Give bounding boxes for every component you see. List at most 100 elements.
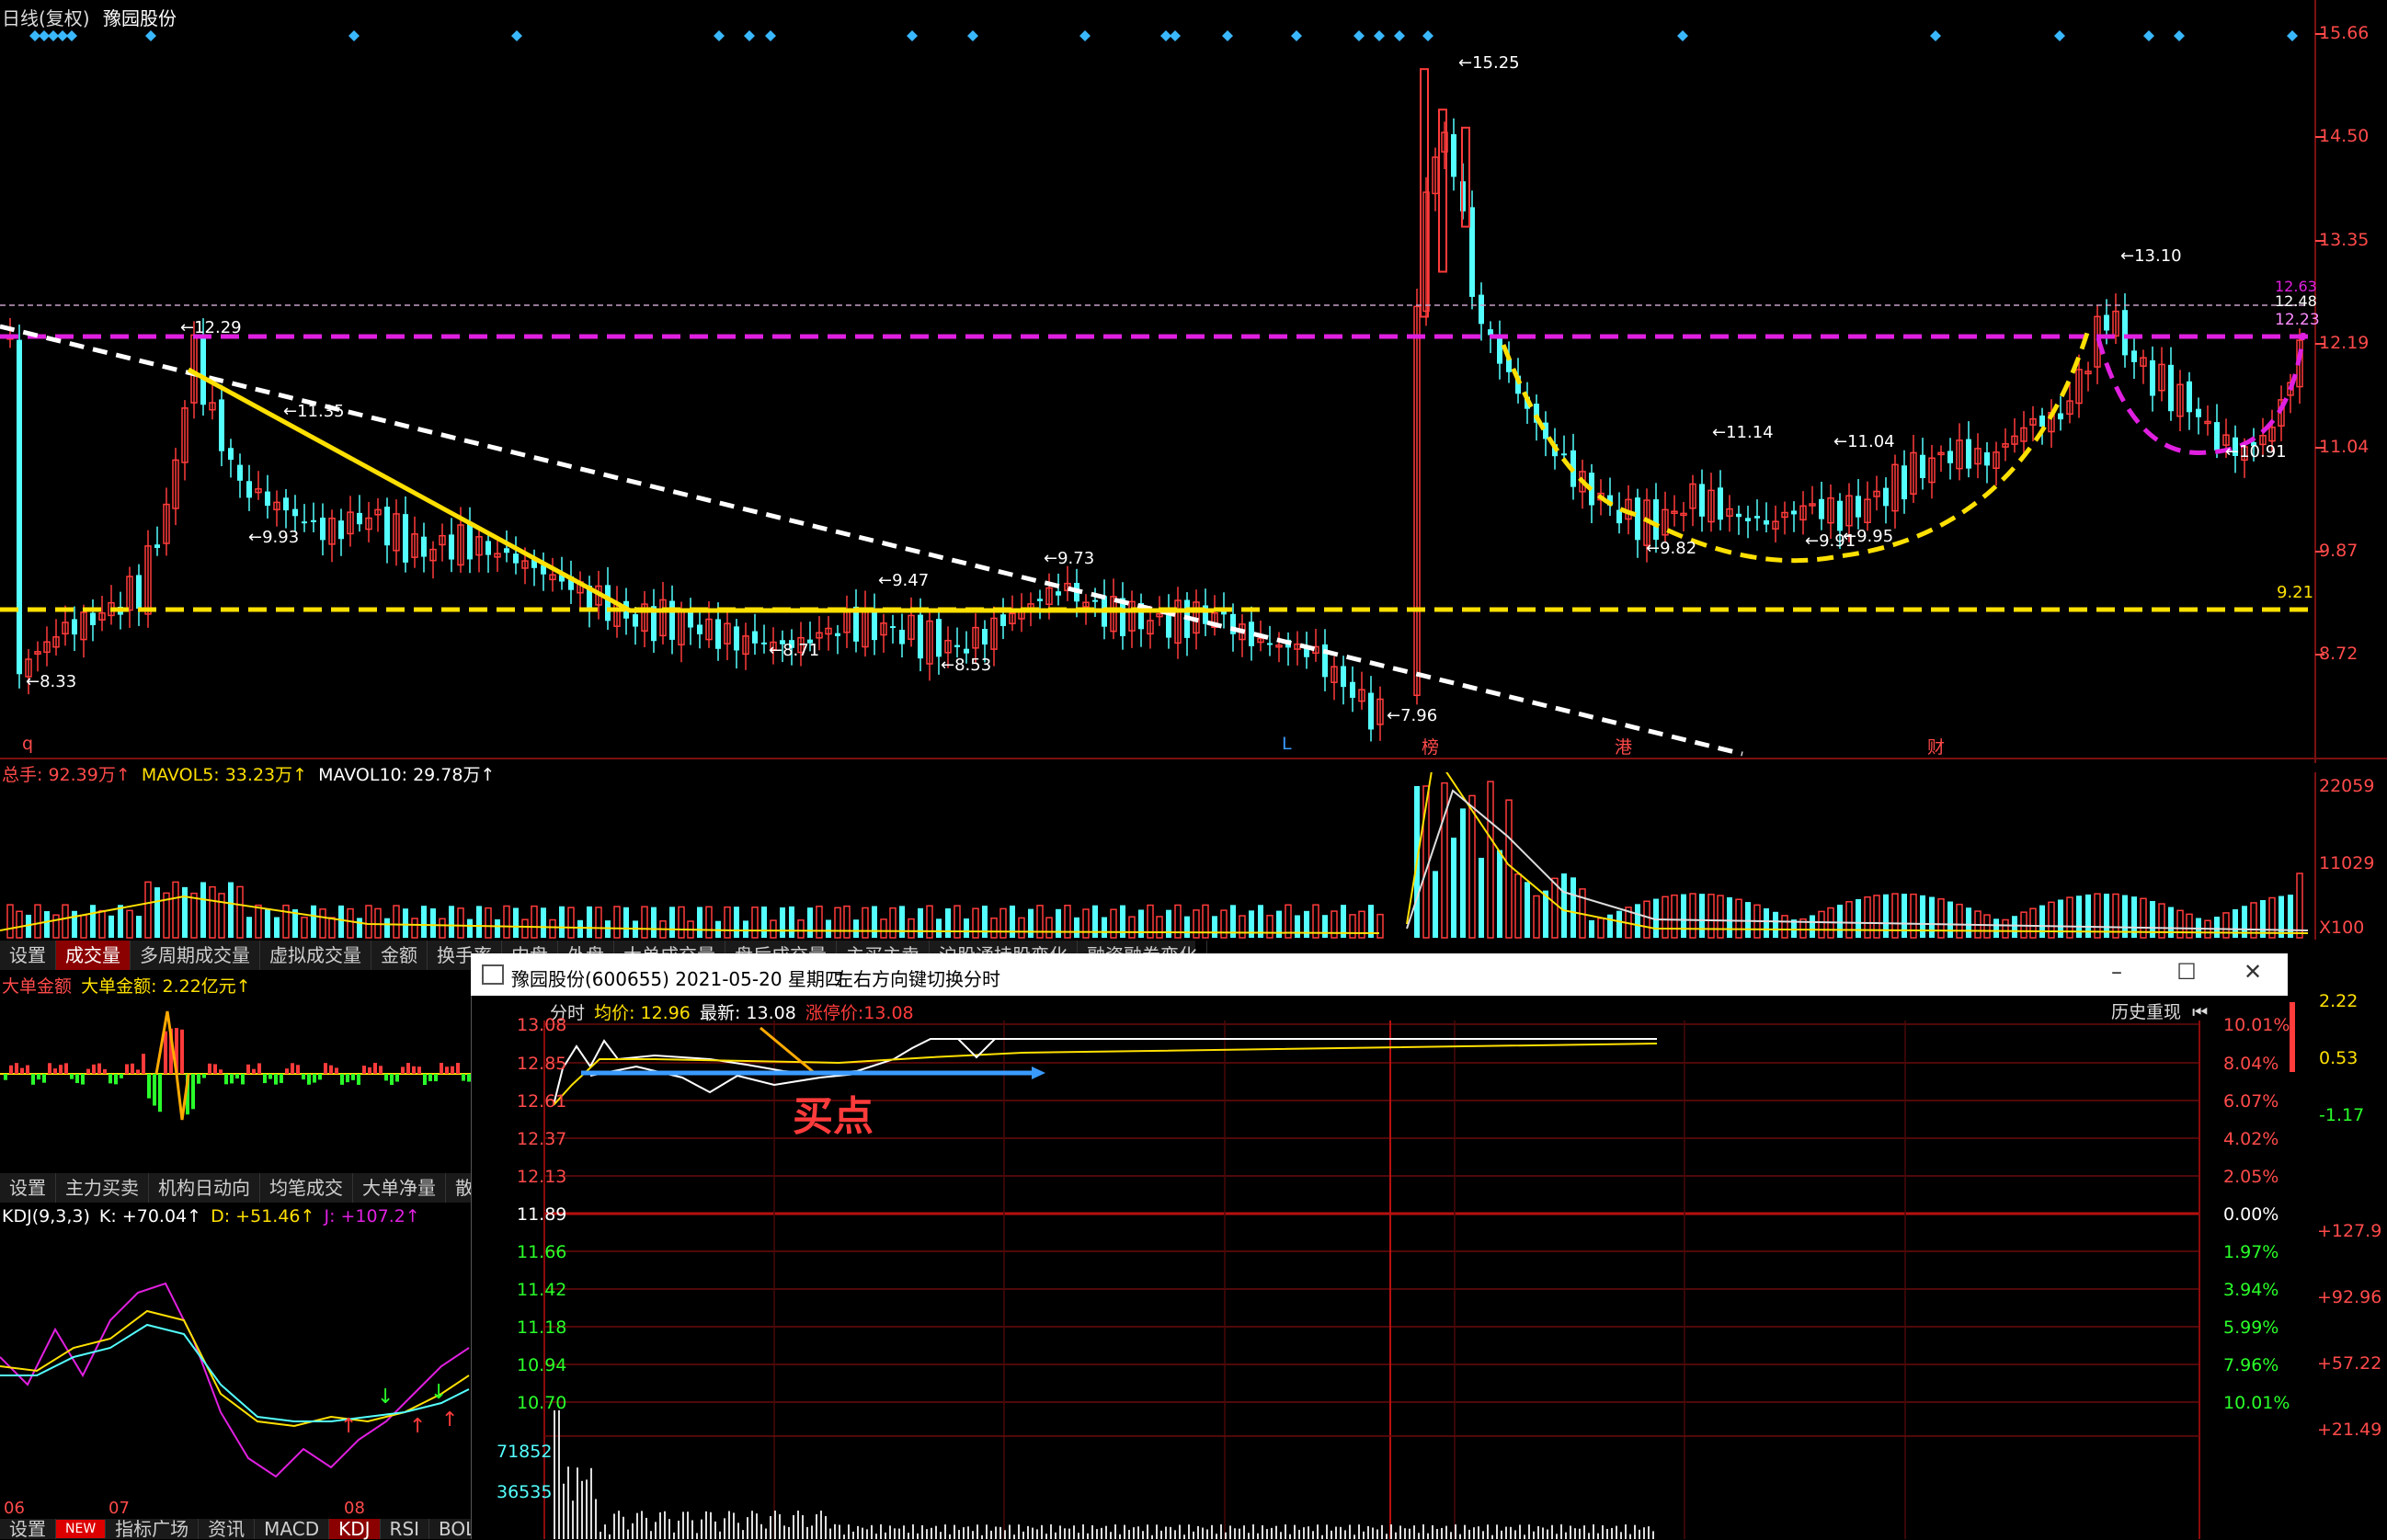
tab-1[interactable]: 主力买卖 xyxy=(56,1173,149,1203)
kdj-d: D: +51.46↑ xyxy=(211,1206,315,1226)
tab-2[interactable]: 指标广场 xyxy=(106,1519,200,1539)
minimize-button[interactable]: – xyxy=(2098,959,2135,985)
intraday-vol-bar xyxy=(1174,1530,1176,1539)
intraday-vol-bar xyxy=(1519,1524,1521,1539)
candle-body xyxy=(72,619,77,635)
intraday-vol-bar xyxy=(1542,1527,1544,1539)
intraday-vol-bar xyxy=(1648,1526,1650,1539)
intraday-vol-bar xyxy=(1482,1531,1484,1539)
intraday-vol-bar xyxy=(958,1530,960,1539)
candle-body xyxy=(734,626,739,651)
tab-0[interactable]: 设置 xyxy=(0,1173,56,1203)
candle-body xyxy=(384,507,390,546)
volume-bar xyxy=(1092,905,1098,938)
big-order-bar xyxy=(31,1074,35,1085)
intraday-pct-tick: 6.07% xyxy=(2223,1091,2279,1112)
candle-body xyxy=(1745,518,1751,522)
intraday-vol-bar xyxy=(1275,1525,1277,1539)
intraday-vol-bar xyxy=(783,1525,785,1539)
intraday-vol-bar xyxy=(1579,1528,1581,1539)
candle-body xyxy=(1249,622,1254,646)
close-button[interactable]: ✕ xyxy=(2234,959,2271,985)
volume-bar xyxy=(743,920,748,938)
kdj-axis-tick: +57.22 xyxy=(2317,1353,2382,1374)
intraday-vol-bar xyxy=(990,1530,992,1539)
volume-chart[interactable] xyxy=(0,772,2387,940)
tab-1[interactable]: NEW xyxy=(56,1520,107,1538)
tab-3[interactable]: 均笔成交 xyxy=(260,1173,353,1203)
intraday-vol-bar xyxy=(1593,1524,1594,1539)
volume-bar xyxy=(274,917,280,938)
intraday-vol-bar xyxy=(1560,1524,1562,1539)
price-annotation: ←9.73 xyxy=(1044,549,1095,568)
intraday-vol-bar xyxy=(1501,1530,1502,1539)
tab-3[interactable]: 资讯 xyxy=(199,1519,256,1539)
tab-4[interactable]: MACD xyxy=(255,1519,330,1539)
intraday-vol-bar xyxy=(1004,1530,1006,1539)
tab-6[interactable]: RSI xyxy=(381,1519,430,1539)
tab-0[interactable]: 设置 xyxy=(0,941,56,970)
candle-body xyxy=(283,497,289,511)
intraday-vol-bar xyxy=(1349,1524,1351,1539)
vol-axis-mid: 11029 xyxy=(2319,853,2375,873)
intraday-pct-tick: 2.05% xyxy=(2223,1167,2279,1187)
tab-2[interactable]: 多周期成交量 xyxy=(131,941,260,970)
volume-bar xyxy=(449,906,454,938)
kdj-j: J: +107.2↑ xyxy=(324,1206,420,1226)
volume-bar xyxy=(734,907,739,938)
intraday-vol-bar xyxy=(921,1524,923,1539)
intraday-vol-bar xyxy=(944,1524,946,1539)
intraday-vol-bar xyxy=(760,1523,762,1539)
intraday-vol-bar xyxy=(563,1483,565,1539)
tab-1[interactable]: 成交量 xyxy=(56,941,131,970)
intraday-vol-bar xyxy=(1032,1527,1034,1539)
intraday-chart[interactable] xyxy=(471,1021,2288,1539)
intraday-vol-bar xyxy=(885,1532,886,1539)
tab-4[interactable]: 金额 xyxy=(371,941,428,970)
intraday-vol-bar xyxy=(1073,1525,1075,1539)
tab-0[interactable]: 设置 xyxy=(0,1519,56,1539)
intraday-vol-bar xyxy=(659,1511,661,1539)
tab-5[interactable]: KDJ xyxy=(329,1519,381,1539)
volume-bar xyxy=(908,918,915,939)
volume-bar xyxy=(1451,838,1456,938)
kdj-label: KDJ(9,3,3) xyxy=(2,1206,90,1226)
volume-bar xyxy=(439,918,446,939)
volume-bar xyxy=(1220,909,1228,939)
signal-diamond xyxy=(1374,30,1385,41)
intraday-vol-bar xyxy=(903,1525,905,1539)
intraday-vol-bar xyxy=(1041,1524,1043,1539)
intraday-vol-bar xyxy=(678,1520,680,1539)
intraday-vol-bar xyxy=(1376,1529,1378,1539)
intraday-vol-bar xyxy=(604,1524,606,1539)
candle-body xyxy=(2058,413,2063,420)
window-titlebar[interactable]: 豫园股份(600655) 2021-05-20 星期四 左右方向键切换分时 – … xyxy=(471,953,2288,996)
intraday-vol-bar xyxy=(1229,1525,1231,1539)
kline-chart[interactable] xyxy=(0,0,2387,763)
tab-2[interactable]: 机构日动向 xyxy=(149,1173,260,1203)
intraday-vol-bar xyxy=(1124,1524,1125,1539)
volume-bar xyxy=(862,907,869,939)
signal-diamond xyxy=(348,30,360,41)
tab-3[interactable]: 虚拟成交量 xyxy=(260,941,371,970)
volume-bar xyxy=(972,907,979,939)
history-replay-button[interactable]: 历史重现 ⏮ xyxy=(2111,998,2208,1023)
intraday-vol-bar xyxy=(1537,1525,1539,1539)
intraday-vol-bar xyxy=(816,1514,817,1539)
event-marker: q xyxy=(22,734,34,754)
maximize-button[interactable]: ☐ xyxy=(2168,959,2205,985)
big-order-bar xyxy=(224,1074,228,1085)
price-annotation: ←11.35 xyxy=(283,402,345,421)
signal-diamond xyxy=(1422,30,1433,41)
signal-diamond xyxy=(1079,30,1091,41)
intraday-vol-bar xyxy=(1367,1525,1369,1539)
big-order-bar xyxy=(302,1074,305,1080)
candle-body xyxy=(1368,692,1374,730)
volume-bar xyxy=(190,892,198,939)
intraday-vol-bar xyxy=(1009,1524,1011,1539)
tab-4[interactable]: 大单净量 xyxy=(353,1173,446,1203)
big-order-bar xyxy=(252,1068,256,1074)
volume-bar xyxy=(1193,909,1200,939)
candle-body xyxy=(1092,599,1098,602)
intraday-vol-bar xyxy=(1464,1524,1466,1539)
